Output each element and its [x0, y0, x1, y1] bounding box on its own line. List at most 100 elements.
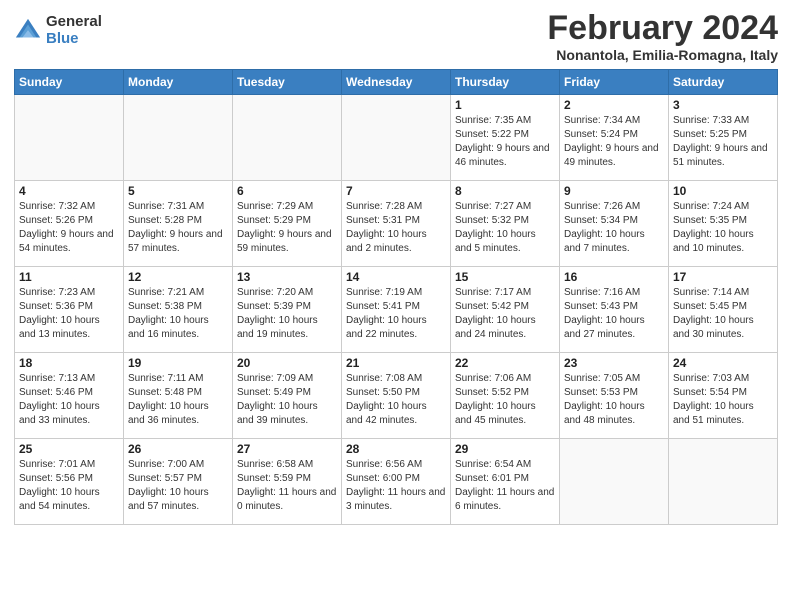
day-number: 22	[455, 356, 555, 370]
header-tuesday: Tuesday	[233, 70, 342, 95]
calendar-cell: 13 Sunrise: 7:20 AM Sunset: 5:39 PM Dayli…	[233, 267, 342, 353]
calendar-cell: 15 Sunrise: 7:17 AM Sunset: 5:42 PM Dayli…	[451, 267, 560, 353]
calendar-cell: 6Sunrise: 7:29 AM Sunset: 5:29 PM Daylig…	[233, 181, 342, 267]
calendar-week-3: 11 Sunrise: 7:23 AM Sunset: 5:36 PM Dayli…	[15, 267, 778, 353]
calendar-week-5: 25 Sunrise: 7:01 AM Sunset: 5:56 PM Dayli…	[15, 439, 778, 525]
calendar-cell: 22 Sunrise: 7:06 AM Sunset: 5:52 PM Dayli…	[451, 353, 560, 439]
title-area: February 2024 Nonantola, Emilia-Romagna,…	[547, 10, 778, 63]
day-info: Sunrise: 7:16 AM Sunset: 5:43 PM Dayligh…	[564, 286, 664, 342]
calendar-week-2: 4 Sunrise: 7:32 AM Sunset: 5:26 PM Daylig…	[15, 181, 778, 267]
calendar-cell	[342, 95, 451, 181]
calendar-body: 1 Sunrise: 7:35 AM Sunset: 5:22 PM Daylig…	[15, 95, 778, 525]
calendar-cell	[560, 439, 669, 525]
day-number: 16	[564, 270, 664, 284]
calendar-cell: 29Sunrise: 6:54 AM Sunset: 6:01 PM Dayli…	[451, 439, 560, 525]
calendar-cell: 16 Sunrise: 7:16 AM Sunset: 5:43 PM Dayli…	[560, 267, 669, 353]
calendar-cell: 14 Sunrise: 7:19 AM Sunset: 5:41 PM Dayli…	[342, 267, 451, 353]
calendar-cell: 11 Sunrise: 7:23 AM Sunset: 5:36 PM Dayli…	[15, 267, 124, 353]
calendar-cell: 28 Sunrise: 6:56 AM Sunset: 6:00 PM Dayli…	[342, 439, 451, 525]
page: General Blue February 2024 Nonantola, Em…	[0, 0, 792, 612]
calendar-week-1: 1 Sunrise: 7:35 AM Sunset: 5:22 PM Daylig…	[15, 95, 778, 181]
day-number: 9	[564, 184, 664, 198]
calendar-cell: 20 Sunrise: 7:09 AM Sunset: 5:49 PM Dayli…	[233, 353, 342, 439]
month-title: February 2024	[547, 10, 778, 47]
day-number: 5	[128, 184, 228, 198]
calendar-cell: 27Sunrise: 6:58 AM Sunset: 5:59 PM Dayli…	[233, 439, 342, 525]
day-info: Sunrise: 7:26 AM Sunset: 5:34 PM Dayligh…	[564, 200, 664, 256]
calendar-cell	[124, 95, 233, 181]
calendar-cell: 10Sunrise: 7:24 AM Sunset: 5:35 PM Dayli…	[669, 181, 778, 267]
day-info: Sunrise: 7:13 AM Sunset: 5:46 PM Dayligh…	[19, 372, 119, 428]
day-number: 26	[128, 442, 228, 456]
calendar-cell: 21 Sunrise: 7:08 AM Sunset: 5:50 PM Dayli…	[342, 353, 451, 439]
day-number: 28	[346, 442, 446, 456]
calendar-cell: 18 Sunrise: 7:13 AM Sunset: 5:46 PM Dayli…	[15, 353, 124, 439]
day-number: 14	[346, 270, 446, 284]
calendar-cell	[15, 95, 124, 181]
day-info: Sunrise: 7:32 AM Sunset: 5:26 PM Dayligh…	[19, 200, 119, 256]
day-info: Sunrise: 7:08 AM Sunset: 5:50 PM Dayligh…	[346, 372, 446, 428]
calendar-cell: 17Sunrise: 7:14 AM Sunset: 5:45 PM Dayli…	[669, 267, 778, 353]
day-info: Sunrise: 6:56 AM Sunset: 6:00 PM Dayligh…	[346, 458, 446, 514]
day-info: Sunrise: 7:01 AM Sunset: 5:56 PM Dayligh…	[19, 458, 119, 514]
day-info: Sunrise: 7:23 AM Sunset: 5:36 PM Dayligh…	[19, 286, 119, 342]
calendar-cell: 12Sunrise: 7:21 AM Sunset: 5:38 PM Dayli…	[124, 267, 233, 353]
day-info: Sunrise: 7:27 AM Sunset: 5:32 PM Dayligh…	[455, 200, 555, 256]
day-number: 25	[19, 442, 119, 456]
day-info: Sunrise: 7:05 AM Sunset: 5:53 PM Dayligh…	[564, 372, 664, 428]
day-number: 23	[564, 356, 664, 370]
day-info: Sunrise: 7:35 AM Sunset: 5:22 PM Dayligh…	[455, 114, 555, 170]
calendar-cell: 7 Sunrise: 7:28 AM Sunset: 5:31 PM Daylig…	[342, 181, 451, 267]
day-number: 29	[455, 442, 555, 456]
calendar-cell: 3Sunrise: 7:33 AM Sunset: 5:25 PM Daylig…	[669, 95, 778, 181]
header-friday: Friday	[560, 70, 669, 95]
day-info: Sunrise: 7:06 AM Sunset: 5:52 PM Dayligh…	[455, 372, 555, 428]
calendar-header-row: Sunday Monday Tuesday Wednesday Thursday…	[15, 70, 778, 95]
day-number: 13	[237, 270, 337, 284]
day-number: 11	[19, 270, 119, 284]
day-number: 19	[128, 356, 228, 370]
calendar-cell: 24 Sunrise: 7:03 AM Sunset: 5:54 PM Dayli…	[669, 353, 778, 439]
day-number: 4	[19, 184, 119, 198]
day-info: Sunrise: 7:31 AM Sunset: 5:28 PM Dayligh…	[128, 200, 228, 256]
day-info: Sunrise: 7:29 AM Sunset: 5:29 PM Dayligh…	[237, 200, 337, 256]
day-info: Sunrise: 7:28 AM Sunset: 5:31 PM Dayligh…	[346, 200, 446, 256]
day-number: 15	[455, 270, 555, 284]
day-number: 24	[673, 356, 773, 370]
location: Nonantola, Emilia-Romagna, Italy	[547, 47, 778, 63]
day-info: Sunrise: 7:20 AM Sunset: 5:39 PM Dayligh…	[237, 286, 337, 342]
day-number: 2	[564, 98, 664, 112]
header-monday: Monday	[124, 70, 233, 95]
header-saturday: Saturday	[669, 70, 778, 95]
day-number: 3	[673, 98, 773, 112]
day-info: Sunrise: 7:17 AM Sunset: 5:42 PM Dayligh…	[455, 286, 555, 342]
calendar-week-4: 18 Sunrise: 7:13 AM Sunset: 5:46 PM Dayli…	[15, 353, 778, 439]
calendar-cell: 1 Sunrise: 7:35 AM Sunset: 5:22 PM Daylig…	[451, 95, 560, 181]
day-number: 18	[19, 356, 119, 370]
calendar-cell: 9 Sunrise: 7:26 AM Sunset: 5:34 PM Daylig…	[560, 181, 669, 267]
calendar-cell: 5 Sunrise: 7:31 AM Sunset: 5:28 PM Daylig…	[124, 181, 233, 267]
calendar-cell	[669, 439, 778, 525]
logo-text: General Blue	[46, 14, 102, 47]
header-sunday: Sunday	[15, 70, 124, 95]
day-info: Sunrise: 7:14 AM Sunset: 5:45 PM Dayligh…	[673, 286, 773, 342]
day-number: 20	[237, 356, 337, 370]
day-number: 1	[455, 98, 555, 112]
header-thursday: Thursday	[451, 70, 560, 95]
day-number: 12	[128, 270, 228, 284]
logo-general: General	[46, 14, 102, 31]
calendar-cell	[233, 95, 342, 181]
day-number: 7	[346, 184, 446, 198]
calendar-cell: 4 Sunrise: 7:32 AM Sunset: 5:26 PM Daylig…	[15, 181, 124, 267]
day-number: 8	[455, 184, 555, 198]
day-info: Sunrise: 7:19 AM Sunset: 5:41 PM Dayligh…	[346, 286, 446, 342]
calendar-cell: 19Sunrise: 7:11 AM Sunset: 5:48 PM Dayli…	[124, 353, 233, 439]
calendar-cell: 8 Sunrise: 7:27 AM Sunset: 5:32 PM Daylig…	[451, 181, 560, 267]
day-info: Sunrise: 7:09 AM Sunset: 5:49 PM Dayligh…	[237, 372, 337, 428]
day-number: 21	[346, 356, 446, 370]
day-info: Sunrise: 7:03 AM Sunset: 5:54 PM Dayligh…	[673, 372, 773, 428]
day-number: 27	[237, 442, 337, 456]
calendar-cell: 23 Sunrise: 7:05 AM Sunset: 5:53 PM Dayli…	[560, 353, 669, 439]
header-wednesday: Wednesday	[342, 70, 451, 95]
logo: General Blue	[14, 14, 102, 47]
